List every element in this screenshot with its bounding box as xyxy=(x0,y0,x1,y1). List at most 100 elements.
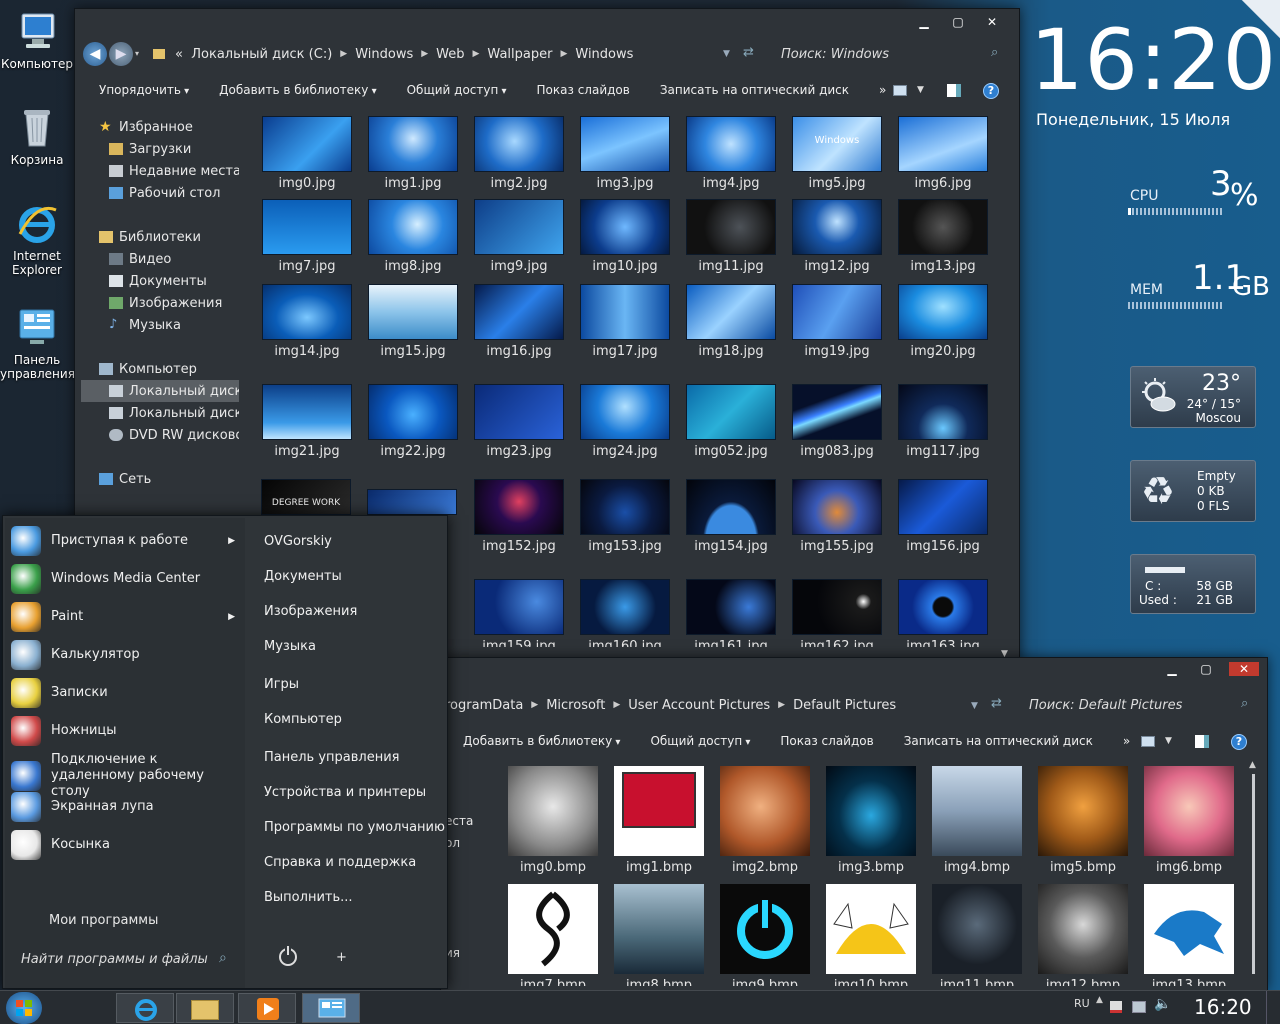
file-thumbnail[interactable]: img11.jpg xyxy=(683,199,779,274)
user-picture-thumbnail[interactable]: img2.bmp xyxy=(717,766,813,875)
file-thumbnail[interactable]: img7.jpg xyxy=(259,199,355,274)
close-icon[interactable]: ✕ xyxy=(1229,662,1259,676)
search-icon[interactable]: ⌕ xyxy=(991,45,998,60)
breadcrumb-separator-icon[interactable]: ▶ xyxy=(560,49,567,59)
address-dropdown-icon[interactable]: ▼ xyxy=(971,701,978,711)
nav-item-local-disk-d[interactable]: Локальный диск ( xyxy=(81,402,239,424)
file-thumbnail[interactable]: img9.jpg xyxy=(471,199,567,274)
start-search-input[interactable]: Найти программы и файлы xyxy=(21,952,208,967)
start-right-item[interactable]: Справка и поддержка xyxy=(264,855,416,870)
file-thumbnail[interactable]: img12.jpg xyxy=(789,199,885,274)
nav-libraries[interactable]: Библиотеки xyxy=(81,226,239,248)
start-right-item[interactable]: Игры xyxy=(264,677,299,692)
file-thumbnail[interactable]: img6.jpg xyxy=(895,116,991,191)
close-icon[interactable]: ✕ xyxy=(981,15,1003,29)
file-thumbnail[interactable]: img4.jpg xyxy=(683,116,779,191)
start-program-item[interactable]: Записки xyxy=(11,678,241,708)
view-options-icon[interactable] xyxy=(893,85,907,96)
file-thumbnail[interactable]: img162.jpg xyxy=(789,579,885,647)
file-thumbnail[interactable]: img17.jpg xyxy=(577,284,673,359)
share-button[interactable]: Общий доступ xyxy=(407,83,507,97)
file-thumbnail[interactable]: img083.jpg xyxy=(789,384,885,459)
add-to-library-button[interactable]: Добавить в библиотеку xyxy=(219,83,376,97)
file-thumbnail[interactable]: img20.jpg xyxy=(895,284,991,359)
toolbar-overflow-button[interactable]: » xyxy=(879,83,886,97)
breadcrumb-item[interactable]: rogramData xyxy=(445,698,523,713)
forward-button[interactable]: ▶ xyxy=(109,42,133,66)
refresh-icon[interactable]: ⇄ xyxy=(991,696,1002,711)
user-picture-thumbnail[interactable]: img7.bmp xyxy=(505,884,601,986)
maximize-icon[interactable]: ▢ xyxy=(947,15,969,29)
start-right-item[interactable]: Программы по умолчанию xyxy=(264,820,445,835)
file-thumbnail[interactable]: img24.jpg xyxy=(577,384,673,459)
desktop-icon-computer[interactable]: Компьютер xyxy=(0,8,74,71)
file-thumbnail[interactable]: Windows img5.jpg xyxy=(789,116,885,191)
breadcrumb-separator-icon[interactable]: ▶ xyxy=(421,49,428,59)
file-thumbnail[interactable]: img152.jpg xyxy=(471,479,567,554)
start-right-item[interactable]: Устройства и принтеры xyxy=(264,785,426,800)
nav-item-partial[interactable]: еста xyxy=(445,814,473,828)
user-picture-thumbnail[interactable]: img5.bmp xyxy=(1035,766,1131,875)
breadcrumb-item[interactable]: User Account Pictures xyxy=(628,698,770,713)
user-picture-thumbnail[interactable]: img11.bmp xyxy=(929,884,1025,986)
start-program-item[interactable]: Калькулятор xyxy=(11,640,241,670)
start-right-item[interactable]: Выполнить... xyxy=(264,890,353,905)
scroll-up-icon[interactable]: ▲ xyxy=(1249,760,1256,770)
view-dropdown-icon[interactable]: ▼ xyxy=(1165,736,1172,746)
nav-item-recent[interactable]: Недавние места xyxy=(81,160,239,182)
breadcrumb-item[interactable]: Windows xyxy=(355,47,413,62)
breadcrumb-item[interactable]: Wallpaper xyxy=(487,47,552,62)
all-programs-button[interactable]: Мои программы xyxy=(49,913,158,928)
user-picture-thumbnail[interactable]: img9.bmp xyxy=(717,884,813,986)
desktop-icon-recycle-bin[interactable]: Корзина xyxy=(0,104,74,167)
start-program-item[interactable]: Косынка xyxy=(11,830,241,860)
drive-gadget[interactable]: C : Used : 58 GB 21 GB xyxy=(1130,554,1256,614)
nav-item-documents[interactable]: Документы xyxy=(81,270,239,292)
burn-button[interactable]: Записать на оптический диск xyxy=(660,83,849,97)
minimize-icon[interactable]: ▁ xyxy=(1161,662,1183,676)
view-options-icon[interactable] xyxy=(1141,736,1155,747)
shutdown-options-button[interactable]: + xyxy=(336,950,347,965)
user-picture-thumbnail[interactable]: img10.bmp xyxy=(823,884,919,986)
help-icon[interactable]: ? xyxy=(983,83,999,99)
file-thumbnail[interactable]: img154.jpg xyxy=(683,479,779,554)
file-thumbnail[interactable]: img15.jpg xyxy=(365,284,461,359)
file-thumbnail[interactable]: img14.jpg xyxy=(259,284,355,359)
file-thumbnail[interactable]: img161.jpg xyxy=(683,579,779,647)
start-right-item[interactable]: Изображения xyxy=(264,604,357,619)
user-picture-thumbnail[interactable]: img4.bmp xyxy=(929,766,1025,875)
start-program-item[interactable]: Ножницы xyxy=(11,716,241,746)
start-right-item[interactable]: Компьютер xyxy=(264,712,342,727)
file-thumbnail[interactable]: img159.jpg xyxy=(471,579,567,647)
search-input[interactable]: Поиск: Windows xyxy=(781,47,889,62)
file-thumbnail[interactable]: img3.jpg xyxy=(577,116,673,191)
breadcrumb-separator-icon[interactable]: ▶ xyxy=(531,700,538,710)
file-thumbnail[interactable]: img18.jpg xyxy=(683,284,779,359)
weather-gadget[interactable]: 23° 24° / 15° Moscou xyxy=(1130,366,1256,428)
start-program-item[interactable]: Приступая к работе ▶ xyxy=(11,526,241,556)
file-thumbnail[interactable]: img0.jpg xyxy=(259,116,355,191)
start-program-item[interactable]: Экранная лупа xyxy=(11,792,241,822)
maximize-icon[interactable]: ▢ xyxy=(1195,662,1217,676)
file-thumbnail[interactable]: img117.jpg xyxy=(895,384,991,459)
add-to-library-button[interactable]: Добавить в библиотеку xyxy=(463,734,620,748)
start-right-item[interactable]: Панель управления xyxy=(264,750,400,765)
file-thumbnail[interactable]: img160.jpg xyxy=(577,579,673,647)
user-picture-thumbnail[interactable]: img12.bmp xyxy=(1035,884,1131,986)
taskbar-ie-button[interactable] xyxy=(116,993,174,1023)
file-thumbnail[interactable]: img153.jpg xyxy=(577,479,673,554)
breadcrumb-item[interactable]: Web xyxy=(436,47,464,62)
file-thumbnail[interactable]: DEGREE WORK xyxy=(261,479,351,515)
desktop-icon-ie[interactable]: Internet Explorer xyxy=(0,200,74,277)
nav-computer[interactable]: Компьютер xyxy=(81,358,239,380)
share-button[interactable]: Общий доступ xyxy=(650,734,750,748)
file-thumbnail[interactable]: img156.jpg xyxy=(895,479,991,554)
breadcrumb-item[interactable]: Windows xyxy=(575,47,633,62)
slideshow-button[interactable]: Показ слайдов xyxy=(780,734,873,748)
file-thumbnail[interactable]: img10.jpg xyxy=(577,199,673,274)
nav-item-dvd[interactable]: DVD RW дисково xyxy=(81,424,239,446)
taskbar-media-player-button[interactable] xyxy=(238,993,296,1023)
action-center-icon[interactable] xyxy=(1110,1001,1122,1013)
taskbar-clock[interactable]: 16:20 xyxy=(1194,995,1252,1019)
tray-expand-icon[interactable]: ▲ xyxy=(1096,995,1103,1005)
